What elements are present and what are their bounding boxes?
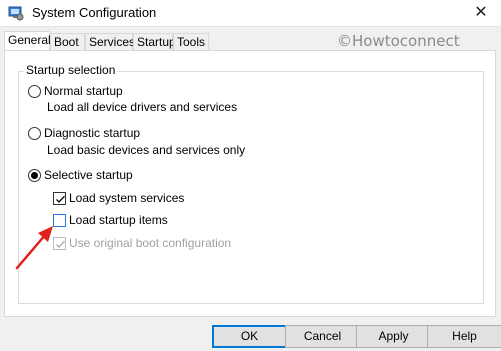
selective-startup-radio[interactable] <box>28 169 41 182</box>
checkmark-icon <box>56 240 65 248</box>
general-tab-panel: Startup selection Normal startup Load al… <box>4 50 496 317</box>
selective-startup-label[interactable]: Selective startup <box>44 168 133 182</box>
ok-button[interactable]: OK <box>212 325 287 348</box>
checkmark-icon <box>56 195 65 203</box>
system-configuration-icon <box>8 6 24 21</box>
use-original-boot-label: Use original boot configuration <box>69 236 232 250</box>
use-original-boot-checkbox <box>53 237 66 250</box>
tab-services[interactable]: Services <box>85 33 135 50</box>
load-startup-items-label[interactable]: Load startup items <box>69 213 168 227</box>
help-button[interactable]: Help <box>427 325 501 348</box>
tab-boot[interactable]: Boot <box>50 33 85 50</box>
load-startup-items-checkbox[interactable] <box>53 214 66 227</box>
tab-startup[interactable]: Startup <box>133 33 176 50</box>
apply-button[interactable]: Apply <box>356 325 431 348</box>
close-button[interactable]: ✕ <box>461 0 501 26</box>
radio-selected-dot <box>31 172 38 179</box>
group-title: Startup selection <box>24 63 118 77</box>
diagnostic-startup-label[interactable]: Diagnostic startup <box>44 126 140 140</box>
tab-general[interactable]: General <box>4 31 51 51</box>
load-system-services-label[interactable]: Load system services <box>69 191 184 205</box>
normal-startup-label[interactable]: Normal startup <box>44 84 123 98</box>
diagnostic-startup-radio[interactable] <box>28 127 41 140</box>
title-bar: System Configuration ✕ <box>0 0 501 27</box>
load-system-services-checkbox[interactable] <box>53 192 66 205</box>
watermark-text: ©Howtoconnect <box>337 32 460 50</box>
cancel-button[interactable]: Cancel <box>285 325 360 348</box>
normal-startup-radio[interactable] <box>28 85 41 98</box>
tab-tools[interactable]: Tools <box>173 33 209 50</box>
normal-startup-description: Load all device drivers and services <box>47 100 238 114</box>
window-title: System Configuration <box>32 5 157 20</box>
diagnostic-startup-description: Load basic devices and services only <box>47 143 246 157</box>
